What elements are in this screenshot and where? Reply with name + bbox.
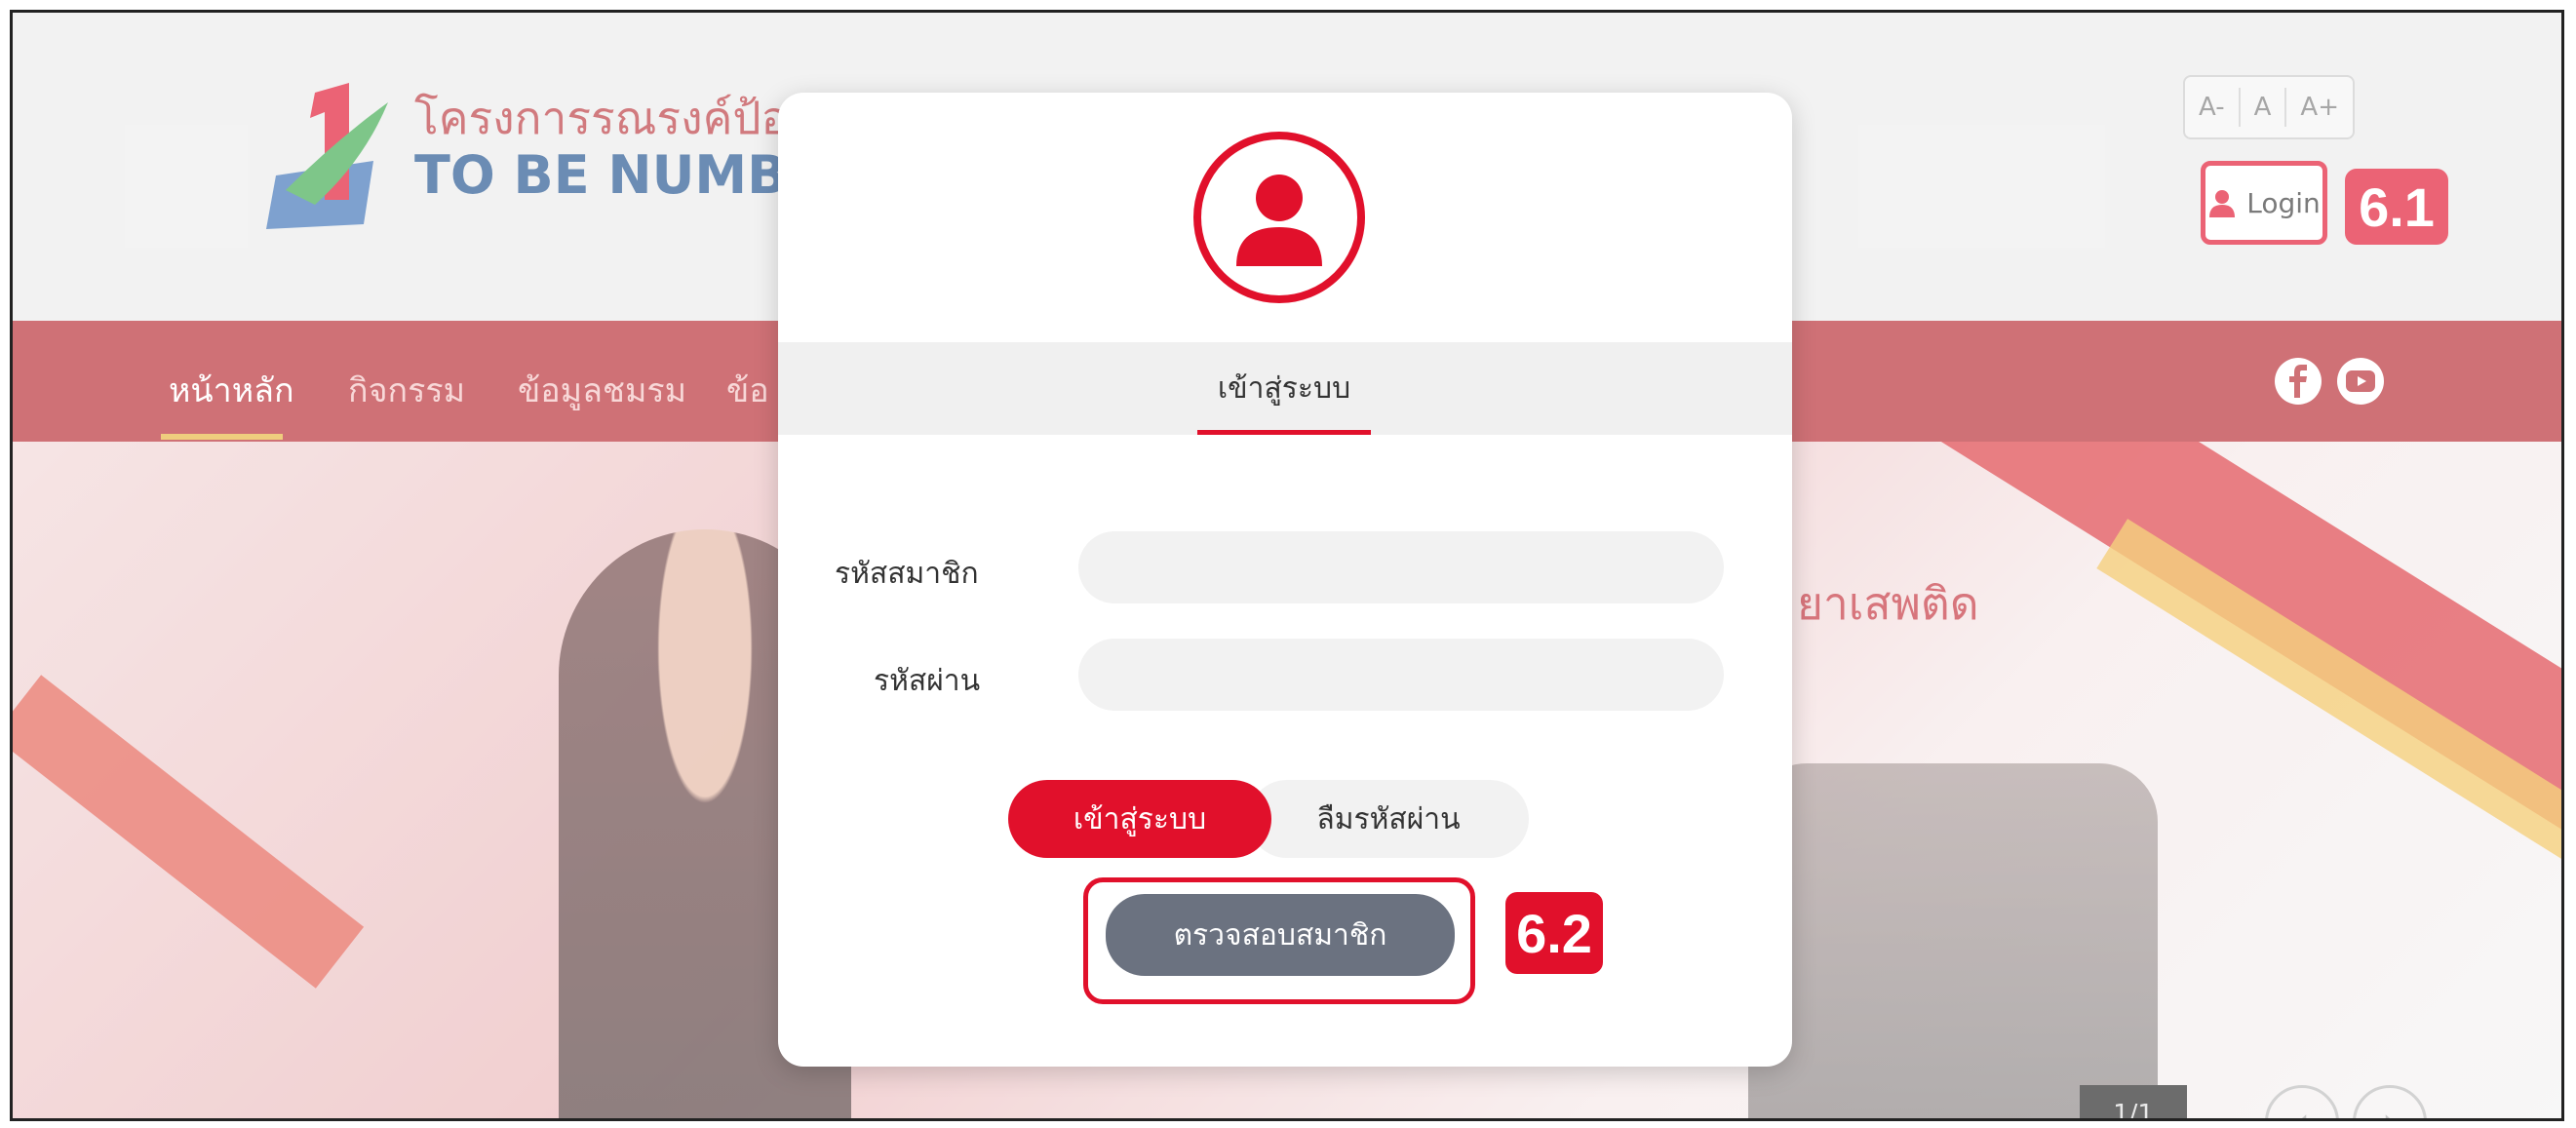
member-id-input[interactable] bbox=[1078, 531, 1724, 603]
forgot-password-button[interactable]: ลืมรหัสผ่าน bbox=[1248, 780, 1529, 858]
verify-member-button[interactable]: ตรวจสอบสมาชิก bbox=[1106, 894, 1455, 976]
password-input[interactable] bbox=[1078, 639, 1724, 711]
screenshot-frame: โครงการรณรงค์ป้อ TO BE NUMBER A- A A+ Lo… bbox=[10, 10, 2564, 1121]
avatar bbox=[1193, 132, 1365, 303]
tab-login[interactable]: เข้าสู่ระบบ bbox=[1197, 342, 1371, 435]
user-avatar-icon bbox=[1236, 175, 1322, 266]
member-id-label: รหัสสมาชิก bbox=[835, 557, 979, 591]
modal-tab-bar: เข้าสู่ระบบ bbox=[778, 342, 1792, 435]
password-label: รหัสผ่าน bbox=[874, 664, 981, 698]
callout-6-2: 6.2 bbox=[1505, 892, 1603, 974]
login-button[interactable]: เข้าสู่ระบบ bbox=[1008, 780, 1271, 858]
login-modal: เข้าสู่ระบบ รหัสสมาชิก รหัสผ่าน ลืมรหัสผ… bbox=[778, 93, 1792, 1067]
